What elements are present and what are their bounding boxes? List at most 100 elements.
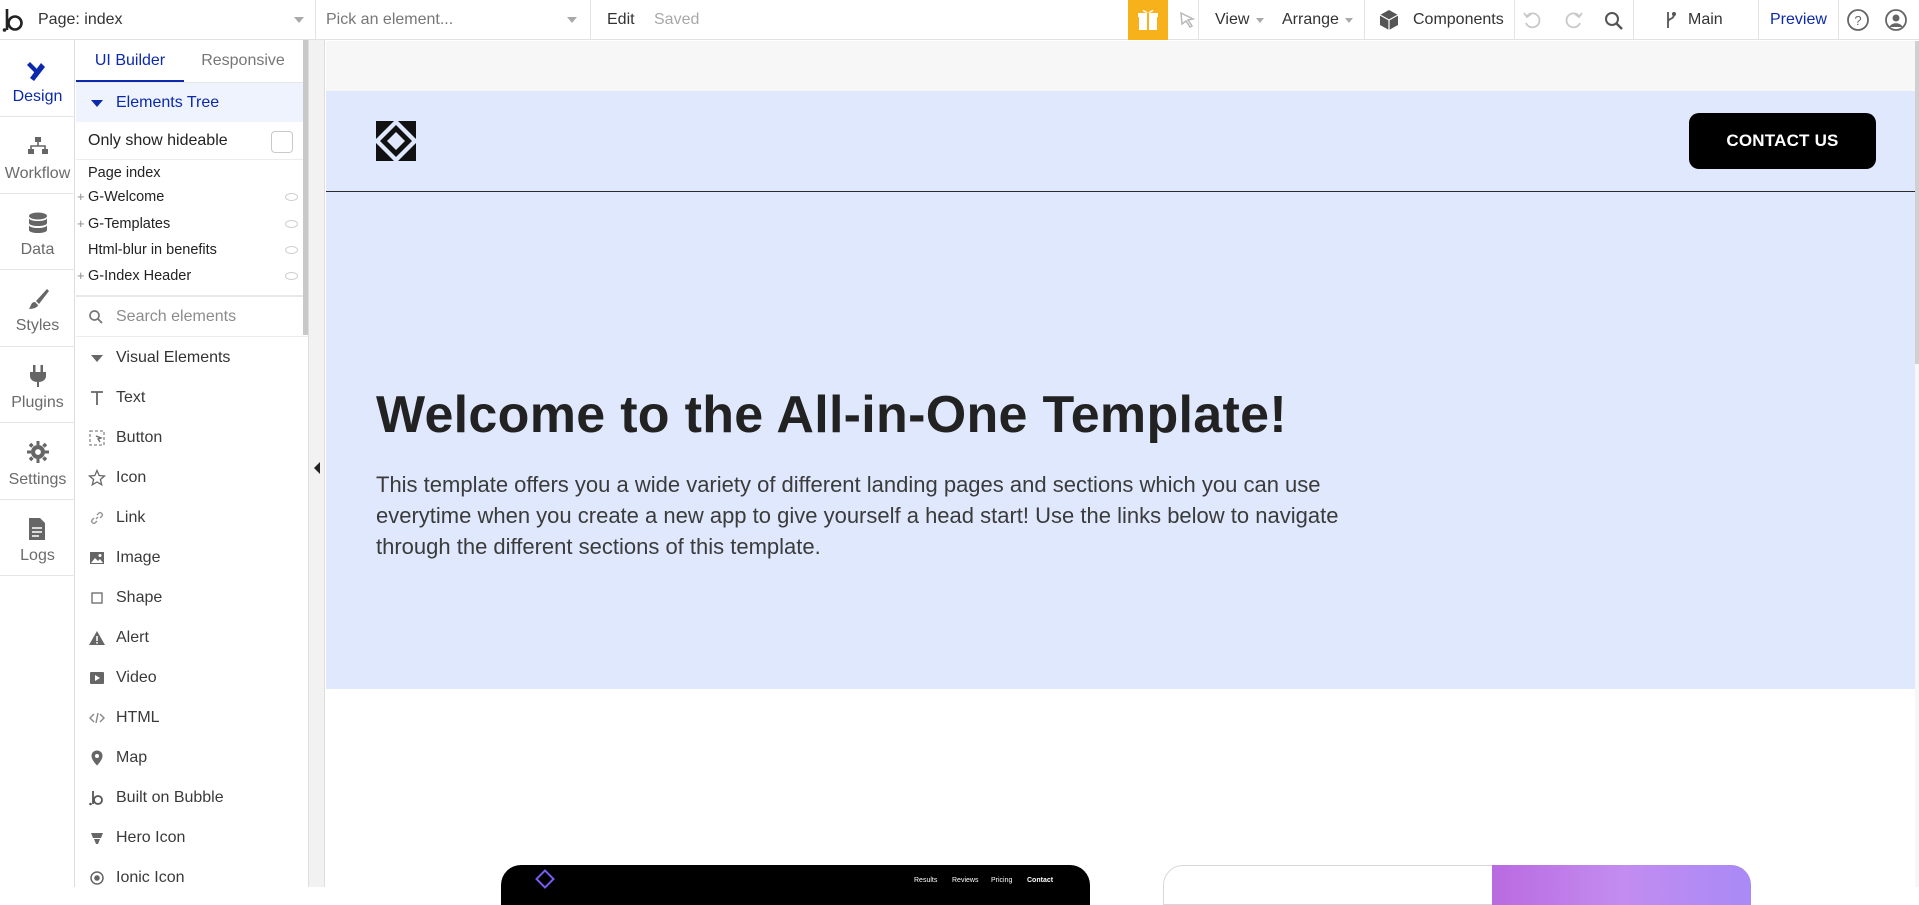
brush-icon bbox=[29, 289, 49, 309]
preview-nav-reviews: Reviews bbox=[952, 877, 979, 884]
element-image[interactable]: Image bbox=[76, 538, 308, 578]
page-selector[interactable]: Page: index bbox=[38, 0, 123, 40]
tree-item-page-index[interactable]: Page index bbox=[88, 165, 161, 181]
rail-workflow[interactable]: Workflow bbox=[0, 117, 75, 193]
search-icon bbox=[89, 310, 103, 324]
video-icon bbox=[90, 672, 104, 684]
link-icon bbox=[90, 511, 104, 525]
rail-design[interactable]: Design bbox=[0, 40, 75, 116]
saved-status: Saved bbox=[654, 11, 700, 28]
element-link[interactable]: Link bbox=[76, 498, 308, 538]
top-toolbar: Page: index Pick an element... Edit Save… bbox=[0, 0, 1919, 40]
chevron-down-icon[interactable] bbox=[1345, 18, 1353, 23]
rail-logs[interactable]: Logs bbox=[0, 499, 75, 575]
square-icon bbox=[91, 592, 103, 604]
element-ionic-icon[interactable]: Ionic Icon bbox=[76, 858, 308, 898]
preview-nav-pricing: Pricing bbox=[991, 877, 1013, 884]
element-hero-icon[interactable]: Hero Icon bbox=[76, 818, 308, 858]
rail-styles[interactable]: Styles bbox=[0, 269, 75, 345]
code-icon bbox=[89, 712, 105, 724]
index-header[interactable] bbox=[326, 91, 1915, 192]
star-icon bbox=[88, 469, 106, 487]
map-pin-icon bbox=[91, 750, 103, 766]
eye-icon[interactable] bbox=[285, 193, 298, 201]
text-icon bbox=[91, 391, 103, 405]
chevron-down-icon[interactable] bbox=[1256, 18, 1264, 23]
gift-button[interactable] bbox=[1128, 0, 1168, 40]
visual-elements-title: Visual Elements bbox=[116, 349, 231, 366]
element-video[interactable]: Video bbox=[76, 658, 308, 698]
element-built-on-bubble[interactable]: Built on Bubble bbox=[76, 778, 308, 818]
arrange-menu[interactable]: Arrange bbox=[1282, 0, 1339, 40]
components-icon[interactable] bbox=[1377, 8, 1401, 37]
edit-menu[interactable]: Edit bbox=[607, 0, 635, 40]
rail-plugins[interactable]: Plugins bbox=[0, 346, 75, 422]
expand-icon[interactable]: + bbox=[77, 189, 85, 204]
element-map[interactable]: Map bbox=[76, 738, 308, 778]
collapse-panel-icon[interactable] bbox=[314, 462, 320, 474]
search-icon[interactable] bbox=[1603, 10, 1625, 37]
bubble-logo-icon bbox=[89, 791, 103, 806]
account-icon[interactable] bbox=[1884, 8, 1908, 37]
document-icon bbox=[29, 518, 45, 540]
database-icon bbox=[29, 212, 47, 233]
eye-icon[interactable] bbox=[285, 246, 298, 254]
expand-icon[interactable]: + bbox=[77, 216, 85, 231]
gear-icon bbox=[27, 441, 49, 463]
left-nav-rail: Design Workflow Data Styles Plugins Sett… bbox=[0, 40, 75, 887]
element-alert[interactable]: Alert bbox=[76, 618, 308, 658]
eye-icon[interactable] bbox=[285, 272, 298, 280]
only-hideable-checkbox[interactable] bbox=[271, 131, 293, 153]
element-button[interactable]: Button bbox=[76, 418, 308, 458]
element-icon[interactable]: Icon bbox=[76, 458, 308, 498]
tree-item-html-blur[interactable]: Html-blur in benefits bbox=[88, 242, 217, 258]
only-hideable-row: Only show hideable bbox=[76, 122, 308, 160]
bubble-logo-icon[interactable] bbox=[2, 6, 28, 34]
help-icon[interactable]: ? bbox=[1846, 8, 1870, 37]
contact-us-button[interactable]: CONTACT US bbox=[1689, 113, 1876, 169]
preview-button[interactable]: Preview bbox=[1770, 0, 1827, 40]
tree-item-g-index-header[interactable]: G-Index Header bbox=[88, 268, 191, 284]
rail-settings[interactable]: Settings bbox=[0, 423, 75, 499]
element-shape[interactable]: Shape bbox=[76, 578, 308, 618]
components-button[interactable]: Components bbox=[1413, 0, 1504, 40]
eye-icon[interactable] bbox=[285, 220, 298, 228]
tab-ui-builder[interactable]: UI Builder bbox=[76, 40, 184, 82]
cursor-icon[interactable] bbox=[1177, 10, 1197, 35]
workflow-icon bbox=[28, 137, 48, 154]
preview-nav-results: Results bbox=[914, 877, 938, 884]
caret-down-icon bbox=[91, 100, 103, 107]
elements-tree-title: Elements Tree bbox=[116, 94, 220, 111]
preview-nav-contact: Contact bbox=[1027, 877, 1054, 884]
tree-item-g-templates[interactable]: G-Templates bbox=[88, 216, 170, 232]
view-menu[interactable]: View bbox=[1215, 0, 1249, 40]
warning-icon bbox=[89, 631, 105, 645]
expand-icon[interactable]: + bbox=[77, 268, 85, 283]
hero-description: This template offers you a wide variety … bbox=[376, 472, 1339, 559]
element-text[interactable]: Text bbox=[76, 378, 308, 418]
search-elements-row: Search elements bbox=[76, 297, 308, 337]
branch-icon[interactable] bbox=[1664, 10, 1678, 35]
search-elements-input[interactable]: Search elements bbox=[116, 297, 236, 337]
ionic-icon bbox=[90, 871, 104, 885]
template-preview-card[interactable] bbox=[501, 865, 1090, 905]
branch-selector[interactable]: Main bbox=[1688, 0, 1723, 40]
redo-icon[interactable] bbox=[1563, 9, 1585, 36]
design-icon bbox=[27, 62, 45, 81]
rail-data[interactable]: Data bbox=[0, 193, 75, 269]
logo-icon[interactable] bbox=[376, 121, 416, 161]
image-icon bbox=[90, 552, 104, 564]
elements-tree-header[interactable]: Elements Tree bbox=[76, 83, 308, 122]
canvas-scrollbar[interactable] bbox=[1915, 41, 1919, 364]
plug-icon bbox=[30, 365, 46, 387]
element-picker[interactable]: Pick an element... bbox=[326, 0, 453, 40]
visual-elements-header[interactable]: Visual Elements bbox=[76, 338, 308, 378]
element-html[interactable]: HTML bbox=[76, 698, 308, 738]
button-icon bbox=[89, 430, 105, 446]
undo-icon[interactable] bbox=[1521, 9, 1543, 36]
chevron-down-icon[interactable] bbox=[567, 17, 577, 23]
chevron-down-icon[interactable] bbox=[294, 17, 304, 23]
hero-icon-icon bbox=[91, 833, 103, 844]
tree-item-g-welcome[interactable]: G-Welcome bbox=[88, 189, 164, 205]
tab-responsive[interactable]: Responsive bbox=[190, 40, 296, 82]
